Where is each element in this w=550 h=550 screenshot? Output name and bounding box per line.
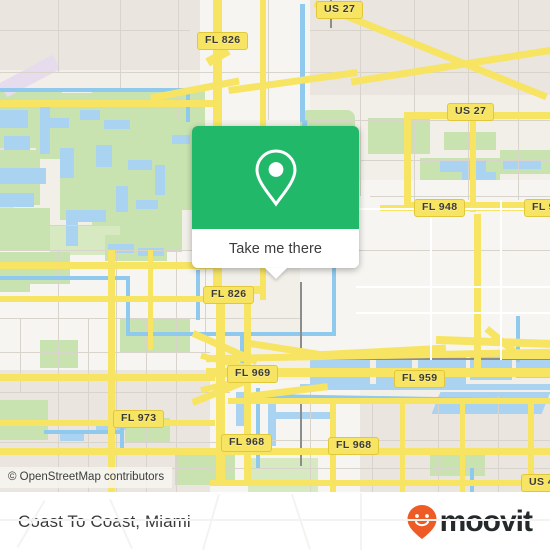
highway-shield: FL 968: [328, 437, 380, 455]
popup-pointer: [264, 268, 287, 279]
place-name-label: Coast To Coast, Miami: [18, 511, 191, 531]
moovit-map-screen: US 27 FL 826 US 27 FL 948 FL 9 FL 826 FL 969 FL…: [0, 0, 550, 550]
highway-shield: FL 826: [203, 286, 255, 304]
moovit-wordmark: moovit: [439, 504, 533, 538]
moovit-smiley-pin-icon: [407, 504, 437, 539]
footer-bar: Coast To Coast, Miami moovit: [0, 492, 550, 550]
highway-shield: US 41: [521, 474, 550, 492]
map-canvas[interactable]: US 27 FL 826 US 27 FL 948 FL 9 FL 826 FL 969 FL…: [0, 0, 550, 492]
highway-shield: FL 959: [394, 370, 446, 388]
map-pin-icon: [254, 148, 297, 207]
highway-shield: FL 968: [221, 434, 273, 452]
map-attribution[interactable]: © OpenStreetMap contributors: [0, 467, 173, 488]
popup-action-bar[interactable]: Take me there: [192, 229, 359, 279]
highway-shield: FL 969: [227, 365, 279, 383]
highway-shield: US 27: [316, 1, 364, 19]
destination-popup-card[interactable]: Take me there: [192, 126, 359, 279]
highway-shield: FL 973: [113, 410, 165, 428]
highway-shield: FL 948: [414, 199, 466, 217]
take-me-there-label: Take me there: [228, 240, 323, 257]
moovit-logo[interactable]: moovit: [406, 504, 533, 540]
popup-marker-panel: [192, 126, 359, 229]
highway-shield: FL 826: [197, 32, 249, 50]
highway-shield: FL 9: [524, 199, 550, 217]
highway-shield: US 27: [447, 103, 495, 121]
